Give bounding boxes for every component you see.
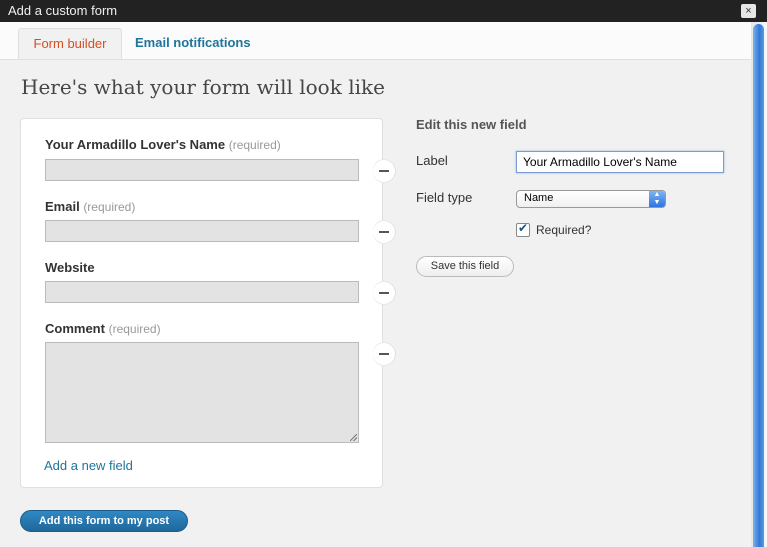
field-label-input[interactable] bbox=[516, 151, 724, 173]
select-arrows-icon: ▲ ▼ bbox=[649, 191, 665, 207]
field-type-value: Name bbox=[524, 192, 554, 204]
add-new-field-link[interactable]: Add a new field bbox=[44, 458, 133, 473]
preview-email-input bbox=[45, 220, 359, 242]
tab-strip: Form builder Email notifications bbox=[0, 22, 751, 60]
preview-field-label-email: Email (required) bbox=[45, 199, 135, 214]
required-checkbox[interactable] bbox=[516, 221, 530, 237]
remove-field-email-icon[interactable] bbox=[373, 221, 395, 243]
edit-field-heading: Edit this new field bbox=[416, 117, 527, 132]
remove-field-website-icon[interactable] bbox=[373, 282, 395, 304]
field-label-text: Website bbox=[45, 260, 95, 275]
required-indicator: (required) bbox=[228, 138, 281, 152]
field-label-text: Email bbox=[45, 199, 80, 214]
vertical-scrollbar[interactable] bbox=[751, 22, 767, 547]
field-label-text: Your Armadillo Lover's Name bbox=[45, 137, 226, 152]
required-indicator: (required) bbox=[83, 200, 136, 214]
preview-comment-textarea bbox=[45, 342, 359, 443]
scrollbar-thumb[interactable] bbox=[753, 24, 764, 547]
close-icon[interactable]: × bbox=[741, 4, 756, 18]
window-titlebar: Add a custom form × bbox=[0, 0, 767, 22]
page-title: Here's what your form will look like bbox=[21, 75, 385, 99]
remove-field-comment-icon[interactable] bbox=[373, 343, 395, 365]
preview-website-input bbox=[45, 281, 359, 303]
preview-field-label-name: Your Armadillo Lover's Name (required) bbox=[45, 137, 281, 152]
preview-field-label-website: Website bbox=[45, 260, 95, 275]
field-label-text: Comment bbox=[45, 321, 105, 336]
dialog-content: Form builder Email notifications Here's … bbox=[0, 22, 751, 547]
resize-grip-icon bbox=[350, 434, 357, 441]
field-type-caption: Field type bbox=[416, 190, 473, 205]
remove-field-name-icon[interactable] bbox=[373, 160, 395, 182]
add-form-to-post-button[interactable]: Add this form to my post bbox=[20, 510, 188, 532]
field-type-select[interactable]: Name ▲ ▼ bbox=[516, 190, 666, 208]
label-caption: Label bbox=[416, 153, 448, 168]
required-checkbox-label: Required? bbox=[536, 223, 592, 237]
tab-email-notifications[interactable]: Email notifications bbox=[135, 28, 251, 59]
preview-field-label-comment: Comment (required) bbox=[45, 321, 161, 336]
tab-form-builder[interactable]: Form builder bbox=[18, 28, 122, 59]
window-title: Add a custom form bbox=[8, 3, 118, 18]
form-preview: Your Armadillo Lover's Name (required) E… bbox=[20, 118, 395, 488]
required-indicator: (required) bbox=[108, 322, 161, 336]
save-field-button[interactable]: Save this field bbox=[416, 256, 514, 277]
preview-name-input bbox=[45, 159, 359, 181]
